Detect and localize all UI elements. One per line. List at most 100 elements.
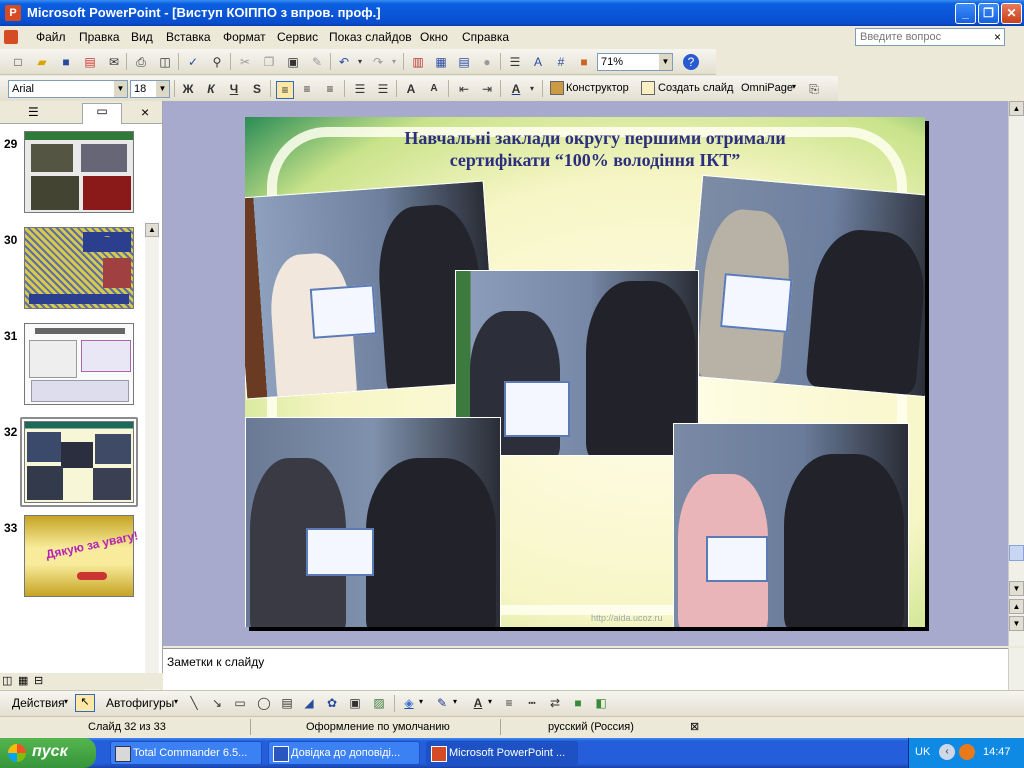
chevron-down-icon[interactable]: ▾ (64, 697, 68, 706)
close-document-button[interactable]: × (994, 30, 1001, 44)
font-select[interactable]: Arial ▼ (8, 80, 128, 98)
chevron-down-icon[interactable]: ▾ (488, 697, 492, 706)
chevron-down-icon[interactable]: ▼ (156, 81, 169, 97)
tab-outline[interactable]: ☰ (28, 105, 39, 119)
chevron-down-icon[interactable]: ▾ (419, 697, 423, 706)
font-color-icon[interactable]: A (508, 81, 524, 97)
show-grid-icon[interactable]: # (553, 54, 569, 70)
omnipage-button[interactable]: OmniPage (741, 82, 793, 94)
ask-question-input[interactable]: Введите вопрос (855, 28, 1005, 46)
scroll-down-icon[interactable]: ▼ (1009, 581, 1024, 596)
spelling-status-icon[interactable]: ⊠ (690, 720, 699, 733)
close-panel-icon[interactable]: × (141, 104, 149, 120)
language-indicator[interactable]: UK (915, 746, 930, 758)
research-icon[interactable]: ⚲ (209, 54, 225, 70)
tables-borders-icon[interactable]: ▤ (456, 54, 472, 70)
menu-help[interactable]: Справка (462, 30, 509, 44)
save-icon[interactable]: ■ (58, 54, 74, 70)
undo-icon[interactable]: ↶ (336, 54, 352, 70)
undo-dropdown-icon[interactable]: ▾ (352, 54, 368, 70)
3d-style-icon[interactable]: ◧ (593, 695, 609, 711)
current-slide[interactable]: Навчальні заклади округу першими отримал… (245, 117, 925, 627)
slide-thumbnail-31[interactable] (24, 323, 134, 405)
next-slide-icon[interactable]: ▼ (1009, 616, 1024, 631)
new-document-icon[interactable]: □ (10, 54, 26, 70)
numbering-icon[interactable]: ☰ (352, 81, 368, 97)
picture-icon[interactable]: ▨ (371, 695, 387, 711)
tray-app-icon[interactable] (959, 744, 975, 760)
scroll-thumb[interactable] (1009, 545, 1024, 561)
document-icon[interactable] (4, 30, 18, 44)
format-painter-icon[interactable]: ✎ (309, 54, 325, 70)
notes-scrollbar[interactable] (1008, 648, 1024, 690)
hyperlink-icon[interactable]: ● (479, 54, 495, 70)
slide-sorter-icon[interactable]: ▦ (18, 674, 28, 687)
slide-thumbnail-33[interactable]: Дякую за увагу! (24, 515, 139, 597)
minimize-button[interactable]: _ (955, 3, 976, 24)
select-pointer-icon[interactable]: ↖ (75, 694, 95, 712)
menu-window[interactable]: Окно (420, 30, 448, 44)
line-icon[interactable]: ╲ (186, 695, 202, 711)
font-size-select[interactable]: 18 ▼ (130, 80, 170, 98)
menu-tools[interactable]: Сервис (277, 30, 318, 44)
chevron-down-icon[interactable]: ▼ (659, 54, 672, 70)
line-style-icon[interactable]: ≡ (501, 695, 517, 711)
increase-indent-icon[interactable]: ⇥ (479, 81, 495, 97)
bullets-icon[interactable]: ☰ (375, 81, 391, 97)
back-arrow-icon[interactable]: ‹ (939, 744, 955, 760)
diagram-icon[interactable]: ✿ (324, 695, 340, 711)
increase-font-icon[interactable]: A (403, 81, 419, 97)
align-right-icon[interactable]: ≡ (322, 81, 338, 97)
help-icon[interactable]: ? (683, 54, 699, 70)
menu-file[interactable]: Файл (36, 30, 66, 44)
new-slide-icon[interactable] (641, 81, 655, 95)
rectangle-icon[interactable]: ▭ (232, 695, 248, 711)
new-slide-button[interactable]: Создать слайд (658, 82, 733, 94)
email-icon[interactable]: ✉ (106, 54, 122, 70)
scroll-up-icon[interactable]: ▲ (145, 223, 159, 237)
insert-table-icon[interactable]: ▦ (433, 54, 449, 70)
color-grayscale-icon[interactable]: ■ (576, 54, 592, 70)
decrease-indent-icon[interactable]: ⇤ (456, 81, 472, 97)
actions-menu[interactable]: Действия (12, 696, 65, 710)
wordart-icon[interactable]: ◢ (301, 695, 317, 711)
arrow-icon[interactable]: ↘ (209, 695, 225, 711)
powerpoint-app-icon[interactable]: P (5, 5, 21, 21)
shadow-button[interactable]: S (249, 81, 265, 97)
paste-icon[interactable]: ▣ (285, 54, 301, 70)
slide-area-scrollbar[interactable]: ▲ ▼ ▲ ▼ (1008, 101, 1024, 646)
font-color-icon[interactable]: A (470, 695, 486, 711)
start-button[interactable]: пуск (0, 738, 96, 768)
chevron-down-icon[interactable]: ▾ (174, 697, 178, 706)
shadow-style-icon[interactable]: ■ (570, 695, 586, 711)
print-icon[interactable]: ⎙ (133, 54, 149, 70)
zoom-select[interactable]: 71% ▼ (597, 53, 673, 71)
permission-icon[interactable]: ▤ (82, 54, 98, 70)
redo-dropdown-icon[interactable]: ▾ (386, 54, 402, 70)
underline-button[interactable]: Ч (226, 81, 242, 97)
slide-thumbnail-30[interactable]: ~ (24, 227, 134, 309)
slide-title[interactable]: Навчальні заклади округу першими отримал… (305, 127, 885, 171)
menu-insert[interactable]: Вставка (166, 30, 211, 44)
copy-icon[interactable]: ❐ (261, 54, 277, 70)
italic-button[interactable]: К (203, 81, 219, 97)
slide-thumbnail-32[interactable] (24, 421, 134, 503)
normal-view-icon[interactable]: ◫ (2, 674, 12, 687)
arrow-style-icon[interactable]: ⇄ (547, 695, 563, 711)
fill-color-icon[interactable]: ◈ (401, 695, 417, 711)
insert-chart-icon[interactable]: ▥ (410, 54, 426, 70)
align-center-icon[interactable]: ≡ (299, 81, 315, 97)
textbox-icon[interactable]: ▤ (279, 695, 295, 711)
oval-icon[interactable]: ◯ (256, 695, 272, 711)
menu-slideshow[interactable]: Показ слайдов (329, 30, 412, 44)
chevron-down-icon[interactable]: ▾ (792, 82, 796, 91)
show-formatting-icon[interactable]: A (530, 54, 546, 70)
bold-button[interactable]: Ж (180, 81, 196, 97)
design-icon[interactable] (550, 81, 564, 95)
align-left-icon[interactable]: ≡ (276, 81, 294, 99)
menu-format[interactable]: Формат (223, 30, 266, 44)
cut-icon[interactable]: ✂ (237, 54, 253, 70)
print-preview-icon[interactable]: ◫ (157, 54, 173, 70)
clipart-icon[interactable]: ▣ (347, 695, 363, 711)
tab-slides[interactable]: ▭ (82, 103, 122, 124)
